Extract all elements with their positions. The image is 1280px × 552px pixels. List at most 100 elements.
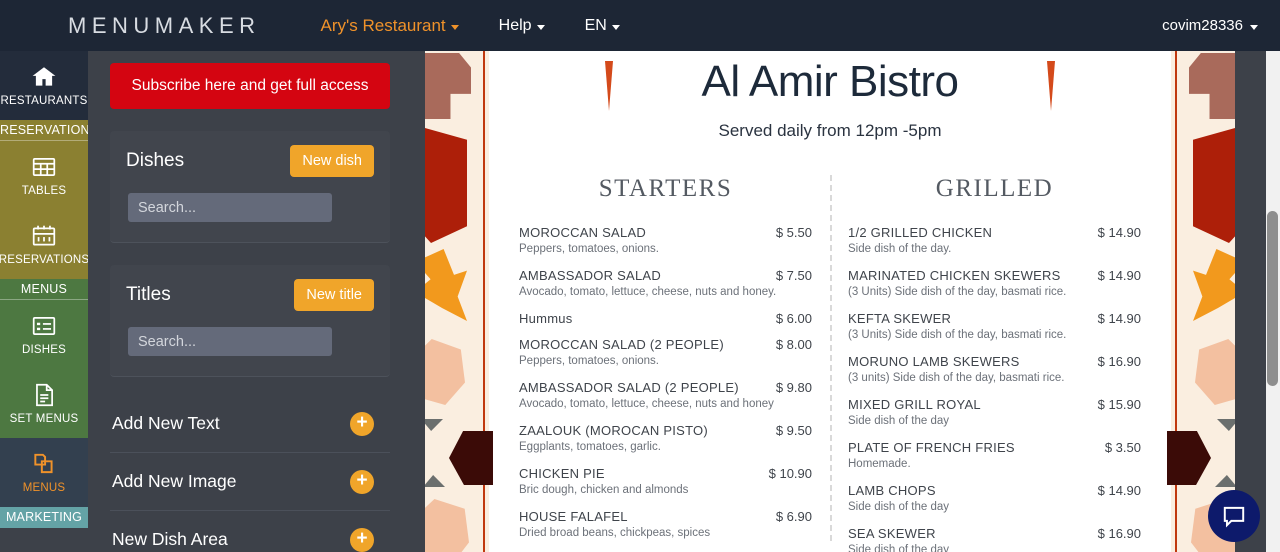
add-new-text-row[interactable]: Add New Text + xyxy=(110,395,390,453)
subscribe-button[interactable]: Subscribe here and get full access xyxy=(110,63,390,109)
editor-panel: Subscribe here and get full access Dishe… xyxy=(88,51,410,552)
plus-icon: + xyxy=(350,469,374,494)
chevron-down-icon xyxy=(611,24,620,30)
dish-item[interactable]: KEFTA SKEWER $ 14.90 (3 Units) Side dish o… xyxy=(848,311,1141,343)
page-scrollbar-thumb[interactable] xyxy=(1267,211,1278,386)
restaurant-selector[interactable]: Ary's Restaurant xyxy=(321,16,459,36)
document-icon xyxy=(36,383,53,407)
dish-name: MORUNO LAMB SKEWERS xyxy=(848,353,1020,369)
dish-price: $ 14.90 xyxy=(1097,482,1141,498)
sidebar-group-reservations-header: RESERVATIONS xyxy=(0,120,88,141)
sidebar-group-reservations: RESERVATIONS TABLES RESERVATIONS xyxy=(0,120,88,279)
dish-description: Side dish of the day xyxy=(848,414,950,427)
chevron-down-icon xyxy=(1250,24,1258,30)
menu-column-heading[interactable]: STARTERS xyxy=(519,175,812,203)
add-new-image-row[interactable]: Add New Image + xyxy=(110,453,390,511)
dish-name-price-row: SEA SKEWER $ 16.90 xyxy=(848,526,1141,541)
menu-sheet[interactable]: Al Amir Bistro Served daily from 12pm -5… xyxy=(425,51,1235,552)
dishes-section-title: Dishes xyxy=(126,150,185,171)
account-menu[interactable]: covim28336 xyxy=(1162,17,1258,34)
sidebar-item-menus-label: MENUS xyxy=(22,482,66,494)
titles-search-input[interactable] xyxy=(128,327,332,356)
dish-item[interactable]: MARINATED CHICKEN SKEWERS $ 14.90 (3 Units… xyxy=(848,268,1141,300)
dish-item[interactable]: MIXED GRILL ROYAL $ 15.90 Side dish of the… xyxy=(848,397,1141,429)
chat-support-button[interactable] xyxy=(1208,490,1260,542)
menu-column-grilled: GRILLED 1/2 GRILLED CHICKEN $ 14.90 Side d… xyxy=(830,175,1159,552)
dish-name-price-row: 1/2 GRILLED CHICKEN $ 14.90 xyxy=(848,225,1141,240)
home-icon xyxy=(32,67,56,86)
sidebar-item-restaurants[interactable]: RESTAURANTS xyxy=(0,51,88,120)
dish-name: HOUSE FALAFEL xyxy=(519,508,628,524)
titles-section: Titles New title xyxy=(110,265,390,377)
language-selector[interactable]: EN xyxy=(585,17,620,35)
dish-name: Hummus xyxy=(519,310,573,326)
dish-name-price-row: HOUSE FALAFEL $ 6.90 xyxy=(519,509,812,524)
dish-item[interactable]: Hummus $ 6.00 xyxy=(519,311,812,326)
dish-item[interactable]: CHICKEN PIE $ 10.90 Bric dough, chicken an… xyxy=(519,466,812,498)
chat-bubble-icon xyxy=(1223,506,1245,528)
deco-shape xyxy=(1195,339,1235,405)
new-title-button[interactable]: New title xyxy=(294,279,374,311)
column-divider xyxy=(830,175,832,541)
menu-restaurant-title[interactable]: Al Amir Bistro xyxy=(489,57,1171,111)
dish-description: (3 Units) Side dish of the day, basmati … xyxy=(848,285,1067,298)
dish-item[interactable]: SEA SKEWER $ 16.90 Side dish of the day xyxy=(848,526,1141,552)
dish-name: LAMB CHOPS xyxy=(848,482,936,498)
menu-restaurant-title-text: Al Amir Bistro xyxy=(701,57,959,106)
dish-description: Side dish of the day xyxy=(848,500,950,513)
dish-price: $ 16.90 xyxy=(1097,353,1141,369)
sidebar-group-marketing: MARKETING xyxy=(0,507,88,528)
language-selector-label: EN xyxy=(584,16,607,34)
dish-item[interactable]: LAMB CHOPS $ 14.90 Side dish of the day xyxy=(848,483,1141,515)
dish-item[interactable]: AMBASSADOR SALAD (2 PEOPLE) $ 9.80 Avocado… xyxy=(519,380,812,412)
dish-item[interactable]: MOROCCAN SALAD $ 5.50 Peppers, tomatoes, o… xyxy=(519,225,812,257)
sidebar-item-set-menus[interactable]: SET MENUS xyxy=(0,369,88,438)
help-menu[interactable]: Help xyxy=(499,17,545,35)
dish-item[interactable]: MORUNO LAMB SKEWERS $ 16.90 (3 units) Side… xyxy=(848,354,1141,386)
dish-price: $ 7.50 xyxy=(775,267,812,283)
menu-content: Al Amir Bistro Served daily from 12pm -5… xyxy=(489,51,1171,552)
dish-description: Side dish of the day xyxy=(848,543,950,552)
dish-name: MOROCCAN SALAD xyxy=(519,225,647,240)
deco-shape xyxy=(425,499,469,552)
decorative-tick-icon xyxy=(605,61,613,111)
decorative-border-right xyxy=(1167,51,1235,552)
dish-item[interactable]: AMBASSADOR SALAD $ 7.50 Avocado, tomato, l… xyxy=(519,268,812,300)
help-menu-label: Help xyxy=(498,16,532,34)
dish-name-price-row: PLATE OF FRENCH FRIES $ 3.50 xyxy=(848,440,1141,455)
dish-item[interactable]: HOUSE FALAFEL $ 6.90 Dried broad beans, ch… xyxy=(519,509,812,541)
sidebar-item-reservations[interactable]: RESERVATIONS xyxy=(0,210,88,279)
plus-icon: + xyxy=(350,411,374,436)
dish-name: PLATE OF FRENCH FRIES xyxy=(848,439,1015,455)
dish-price: $ 10.90 xyxy=(768,465,812,481)
new-dish-button[interactable]: New dish xyxy=(290,145,374,177)
sidebar-item-tables-label: TABLES xyxy=(21,185,67,197)
restaurant-selector-label: Ary's Restaurant xyxy=(320,15,446,35)
dish-name-price-row: Hummus $ 6.00 xyxy=(519,311,812,326)
dish-item[interactable]: PLATE OF FRENCH FRIES $ 3.50 Homemade. xyxy=(848,440,1141,472)
menu-column-heading[interactable]: GRILLED xyxy=(848,175,1141,203)
dish-item[interactable]: ZAALOUK (MOROCAN PISTO) $ 9.50 Eggplants, … xyxy=(519,423,812,455)
dish-name-price-row: KEFTA SKEWER $ 14.90 xyxy=(848,311,1141,326)
new-dish-area-row[interactable]: New Dish Area + xyxy=(110,511,390,552)
dishes-search-input[interactable] xyxy=(128,193,332,222)
menu-subtitle[interactable]: Served daily from 12pm -5pm xyxy=(489,121,1171,141)
add-new-image-label: Add New Image xyxy=(112,471,237,491)
sidebar-item-menus[interactable]: MENUS xyxy=(0,438,88,507)
sidebar-item-tables[interactable]: TABLES xyxy=(0,141,88,210)
dish-item[interactable]: 1/2 GRILLED CHICKEN $ 14.90 Side dish of t… xyxy=(848,225,1141,257)
dish-price: $ 9.80 xyxy=(775,379,812,395)
titles-section-header: Titles New title xyxy=(126,279,374,311)
page-scrollbar-track[interactable] xyxy=(1266,51,1280,552)
dish-price: $ 14.90 xyxy=(1097,225,1141,240)
dish-name-price-row: AMBASSADOR SALAD (2 PEOPLE) $ 9.80 xyxy=(519,380,812,395)
add-element-list: Add New Text + Add New Image + New Dish … xyxy=(110,395,390,552)
dish-name-price-row: MIXED GRILL ROYAL $ 15.90 xyxy=(848,397,1141,412)
deco-shape xyxy=(425,53,471,119)
deco-shape xyxy=(1193,249,1235,321)
list-icon xyxy=(32,317,56,335)
sidebar-item-dishes[interactable]: DISHES xyxy=(0,300,88,369)
deco-shape xyxy=(449,431,493,485)
dish-name: AMBASSADOR SALAD (2 PEOPLE) xyxy=(519,379,739,395)
dish-item[interactable]: MOROCCAN SALAD (2 PEOPLE) $ 8.00 Peppers, … xyxy=(519,337,812,369)
